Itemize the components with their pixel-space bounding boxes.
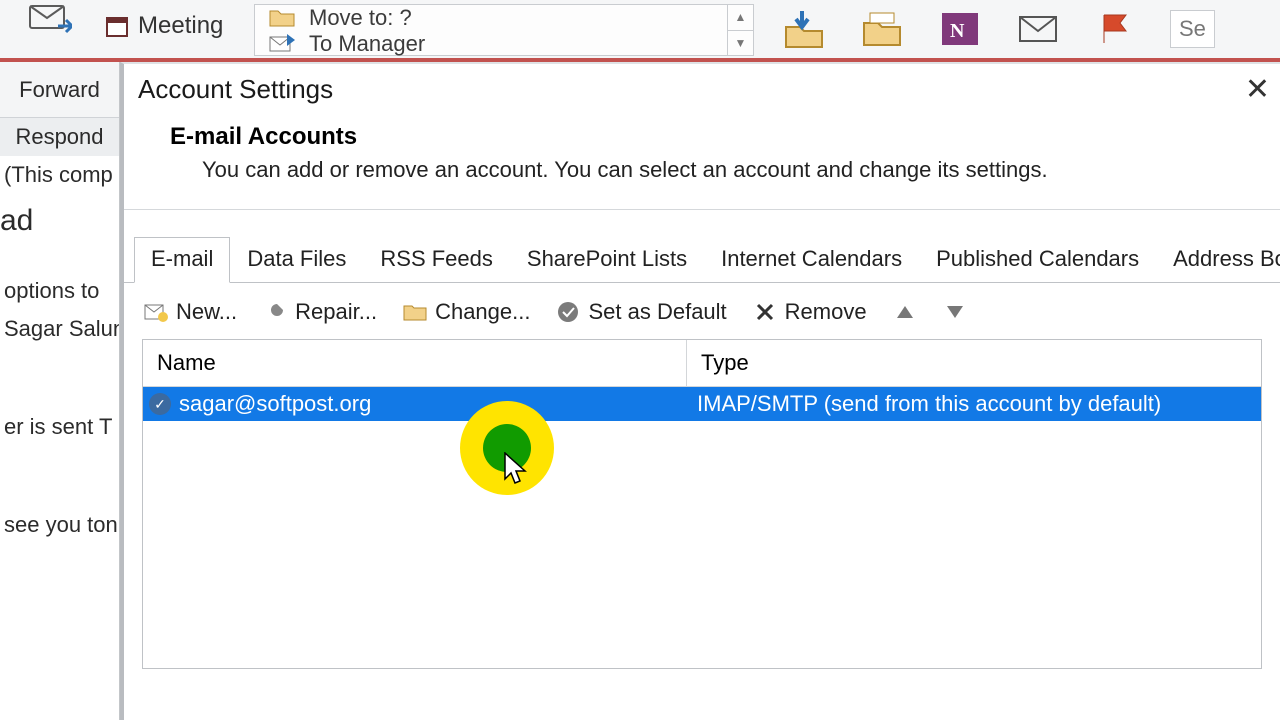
pane-fragment: ad xyxy=(0,194,119,238)
accounts-toolbar: New... Repair... Change... Set as Defaul… xyxy=(124,283,1280,339)
quick-steps-gallery[interactable]: Move to: ? To Manager ▲ ▼ xyxy=(254,4,754,56)
quick-step-label: Move to: ? xyxy=(309,5,412,31)
scroll-down-icon[interactable]: ▼ xyxy=(728,30,753,56)
close-icon[interactable]: ✕ xyxy=(1239,72,1276,107)
quick-step-to-manager[interactable]: To Manager xyxy=(255,31,753,57)
meeting-button[interactable]: Meeting xyxy=(100,4,223,40)
change-account-button[interactable]: Change... xyxy=(403,299,530,325)
tab-data-files[interactable]: Data Files xyxy=(230,237,363,283)
pane-fragment: (This comp xyxy=(0,156,119,194)
repair-account-button[interactable]: Repair... xyxy=(263,299,377,325)
tab-address-books[interactable]: Address Books xyxy=(1156,237,1280,283)
account-settings-tabs: E-mail Data Files RSS Feeds SharePoint L… xyxy=(124,210,1280,283)
dialog-heading: E-mail Accounts xyxy=(170,123,1254,151)
dialog-title: Account Settings xyxy=(138,74,333,105)
account-name: sagar@softpost.org xyxy=(179,391,371,417)
quick-step-move-to[interactable]: Move to: ? xyxy=(255,5,753,31)
pane-fragment: see you ton xyxy=(0,506,119,544)
mark-unread-button[interactable] xyxy=(1014,5,1062,53)
table-row[interactable]: ✓ sagar@softpost.org IMAP/SMTP (send fro… xyxy=(143,387,1261,421)
move-up-button[interactable] xyxy=(893,300,917,324)
calendar-icon xyxy=(106,15,128,37)
quick-step-label: To Manager xyxy=(309,31,425,57)
remove-label: Remove xyxy=(785,299,867,325)
dialog-subheading: You can add or remove an account. You ca… xyxy=(170,157,1254,183)
new-label: New... xyxy=(176,299,237,325)
repair-label: Repair... xyxy=(295,299,377,325)
account-name-cell[interactable]: ✓ sagar@softpost.org xyxy=(143,387,687,421)
remove-account-button[interactable]: Remove xyxy=(753,299,867,325)
pane-fragment: Sagar Salunl xyxy=(0,310,119,348)
column-type[interactable]: Type xyxy=(687,340,1261,386)
tab-published-calendars[interactable]: Published Calendars xyxy=(919,237,1156,283)
new-mail-icon xyxy=(144,300,168,324)
check-circle-icon xyxy=(556,300,580,324)
account-type: IMAP/SMTP (send from this account by def… xyxy=(697,391,1161,417)
respond-group-label: Respond xyxy=(0,118,119,156)
mail-forward-icon xyxy=(28,4,72,38)
move-down-button[interactable] xyxy=(943,300,967,324)
pane-fragment: options to xyxy=(0,272,119,310)
default-account-check-icon: ✓ xyxy=(149,393,171,415)
search-people-box[interactable]: Se xyxy=(1170,10,1215,48)
forward-label-cell[interactable]: Forward xyxy=(0,62,119,118)
set-default-label: Set as Default xyxy=(588,299,726,325)
forward-label: Forward xyxy=(19,77,100,103)
repair-icon xyxy=(263,300,287,324)
accounts-table-header: Name Type xyxy=(143,340,1261,387)
tab-email[interactable]: E-mail xyxy=(134,237,230,283)
column-name[interactable]: Name xyxy=(143,340,687,386)
follow-up-flag-button[interactable] xyxy=(1092,5,1140,53)
ribbon-respond-group: Meeting xyxy=(0,0,254,58)
account-settings-dialog: Account Settings ✕ E-mail Accounts You c… xyxy=(120,62,1280,720)
arrow-up-icon xyxy=(893,300,917,324)
tab-sharepoint-lists[interactable]: SharePoint Lists xyxy=(510,237,704,283)
change-folder-icon xyxy=(403,300,427,324)
quick-steps-scroll[interactable]: ▲ ▼ xyxy=(727,5,753,55)
meeting-label: Meeting xyxy=(138,12,223,40)
accounts-table: Name Type ✓ sagar@softpost.org IMAP/SMTP… xyxy=(142,339,1262,669)
folder-move-icon xyxy=(269,8,295,28)
tab-rss-feeds[interactable]: RSS Feeds xyxy=(363,237,510,283)
search-fragment: Se xyxy=(1179,16,1206,42)
set-default-button[interactable]: Set as Default xyxy=(556,299,726,325)
svg-text:N: N xyxy=(950,20,965,42)
mail-to-manager-icon xyxy=(269,34,295,54)
move-button[interactable] xyxy=(780,5,828,53)
dialog-titlebar: Account Settings ✕ xyxy=(124,64,1280,111)
onenote-button[interactable]: N xyxy=(936,5,984,53)
ribbon-right-group: N Se xyxy=(760,0,1280,58)
new-account-button[interactable]: New... xyxy=(144,299,237,325)
scroll-up-icon[interactable]: ▲ xyxy=(728,5,753,30)
dialog-header: E-mail Accounts You can add or remove an… xyxy=(124,111,1280,210)
background-reading-pane: Forward Respond (This comp ad options to… xyxy=(0,62,120,720)
account-type-cell: IMAP/SMTP (send from this account by def… xyxy=(687,387,1261,421)
tab-internet-calendars[interactable]: Internet Calendars xyxy=(704,237,919,283)
pane-fragment: er is sent T xyxy=(0,408,119,446)
remove-x-icon xyxy=(753,300,777,324)
forward-button[interactable] xyxy=(0,4,100,38)
rules-button[interactable] xyxy=(858,5,906,53)
change-label: Change... xyxy=(435,299,530,325)
arrow-down-icon xyxy=(943,300,967,324)
